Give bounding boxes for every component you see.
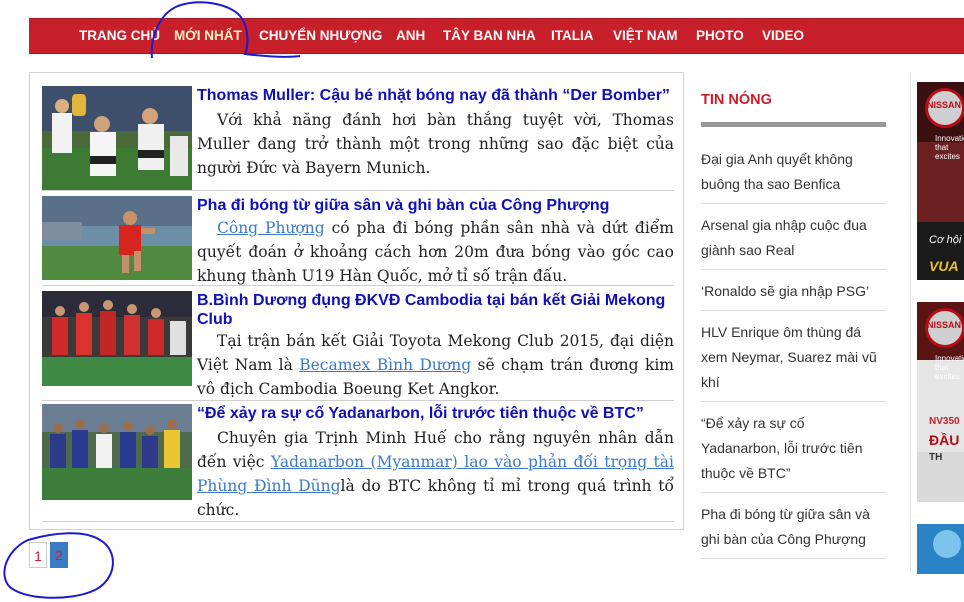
hot-news-title: TIN NÓNG <box>701 92 772 108</box>
article-headline[interactable]: “Để xảy ra sự cố Yadanarbon, lỗi trước t… <box>197 404 674 423</box>
nav-photo[interactable]: PHOTO <box>696 19 744 53</box>
hot-news-item[interactable]: ‘Ronaldo sẽ gia nhập PSG’ <box>701 279 886 311</box>
ad-banner-partial[interactable] <box>917 524 964 574</box>
nav-home[interactable]: TRANG CHỦ <box>79 19 160 53</box>
page-1-link[interactable]: 1 <box>29 542 47 568</box>
article-headline[interactable]: Pha đi bóng từ giữa sân và ghi bàn của C… <box>197 196 674 215</box>
article-item: Thomas Muller: Cậu bé nhặt bóng nay đã t… <box>42 86 674 191</box>
nissan-ad-banner[interactable]: NISSAN Innovation that excites NV350 ĐẦU… <box>917 302 964 502</box>
article-item: “Để xảy ra sự cố Yadanarbon, lỗi trước t… <box>42 404 674 522</box>
nav-italy[interactable]: ITALIA <box>551 19 594 53</box>
column-divider <box>910 72 911 572</box>
main-nav: TRANG CHỦ MỚI NHẤT CHUYỂN NHƯỢNG ANH TÂY… <box>29 18 964 54</box>
ad-tagline: Innovation that excites <box>935 134 964 161</box>
article-summary: Với khả năng đánh hơi bàn thắng tuyệt vờ… <box>197 108 674 180</box>
hot-news-item[interactable]: “Để xảy ra sự cố Yadanarbon, lỗi trước t… <box>701 411 886 493</box>
article-summary: Chuyên gia Trịnh Minh Huế cho rằng nguyê… <box>197 426 674 522</box>
ad-line: Cơ hội <box>929 234 962 246</box>
ad-brand: NISSAN <box>927 320 962 330</box>
ad-line: TH <box>929 452 943 463</box>
nav-vietnam[interactable]: VIỆT NAM <box>613 19 678 53</box>
article-list: Thomas Muller: Cậu bé nhặt bóng nay đã t… <box>29 72 684 530</box>
hot-news-item[interactable]: Pha đi bóng từ giữa sân và ghi bàn của C… <box>701 502 886 559</box>
title-underline <box>701 122 886 127</box>
article-item: Pha đi bóng từ giữa sân và ghi bàn của C… <box>42 196 674 286</box>
ad-tagline: Innovation that excites <box>935 354 964 381</box>
nav-spain[interactable]: TÂY BAN NHA <box>443 19 536 53</box>
article-thumbnail[interactable] <box>42 196 192 280</box>
article-summary: Công Phượng có pha đi bóng phần sân nhà … <box>197 216 674 288</box>
article-thumbnail[interactable] <box>42 404 192 500</box>
article-thumbnail[interactable] <box>42 86 192 190</box>
ad-brand: NISSAN <box>927 100 962 110</box>
article-item: B.Bình Dương đụng ĐKVĐ Cambodia tại bán … <box>42 291 674 401</box>
nav-transfers[interactable]: CHUYỂN NHƯỢNG <box>259 19 382 53</box>
article-headline[interactable]: Thomas Muller: Cậu bé nhặt bóng nay đã t… <box>197 86 674 105</box>
inline-link[interactable]: Becamex Bình Dương <box>299 356 471 374</box>
hot-news-item[interactable]: Đại gia Anh quyết không buông tha sao Be… <box>701 147 886 204</box>
ad-model: NV350 <box>929 416 960 427</box>
article-thumbnail[interactable] <box>42 291 192 386</box>
hot-news-item[interactable]: HLV Enrique ôm thùng đá xem Neymar, Suar… <box>701 320 886 402</box>
page-2-link[interactable]: 2 <box>50 542 68 568</box>
hot-news-item[interactable]: Arsenal gia nhập cuộc đua giành sao Real <box>701 213 886 270</box>
inline-link[interactable]: Công Phượng <box>217 219 325 237</box>
nissan-ad-banner[interactable]: NISSAN Innovation that excites Cơ hội VU… <box>917 82 964 280</box>
article-headline[interactable]: B.Bình Dương đụng ĐKVĐ Cambodia tại bán … <box>197 291 674 329</box>
ad-line: VUA <box>929 258 959 274</box>
ad-line: ĐẦU <box>929 432 960 448</box>
nav-england[interactable]: ANH <box>396 19 425 53</box>
nav-latest[interactable]: MỚI NHẤT <box>174 19 242 53</box>
article-summary: Tại trận bán kết Giải Toyota Mekong Club… <box>197 329 674 401</box>
summary-text: Với khả năng đánh hơi bàn thắng tuyệt vờ… <box>197 111 674 177</box>
nav-video[interactable]: VIDEO <box>762 19 804 53</box>
ad-background <box>917 524 964 574</box>
